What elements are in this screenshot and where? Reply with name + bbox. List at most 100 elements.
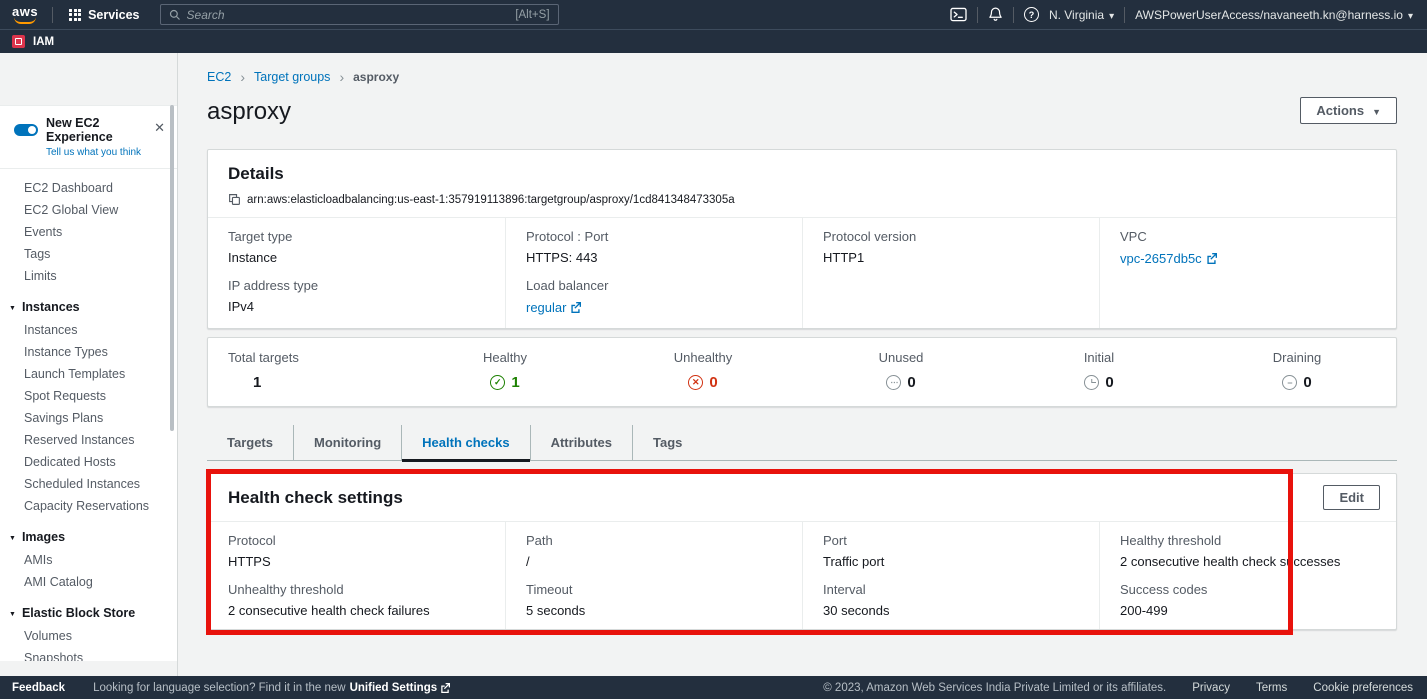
sidebar-item-reserved-instances[interactable]: Reserved Instances [0, 429, 177, 451]
privacy-link[interactable]: Privacy [1192, 682, 1230, 694]
new-experience-banner: New EC2 Experience Tell us what you thin… [0, 106, 177, 169]
aws-smile-icon [14, 17, 36, 24]
sidebar-section-instances[interactable]: Instances [0, 295, 177, 319]
breadcrumb-ec2[interactable]: EC2 [207, 70, 231, 84]
sidebar-menu: EC2 Dashboard EC2 Global View Events Tag… [0, 169, 177, 661]
sidebar-item-savings-plans[interactable]: Savings Plans [0, 407, 177, 429]
chevron-down-icon [9, 299, 16, 316]
sidebar-item-ec2-dashboard[interactable]: EC2 Dashboard [0, 177, 177, 199]
account-menu[interactable]: AWSPowerUserAccess/navaneeth.kn@harness.… [1135, 8, 1413, 22]
close-icon[interactable] [154, 120, 165, 136]
sidebar-item-tags[interactable]: Tags [0, 243, 177, 265]
sidebar-item-instance-types[interactable]: Instance Types [0, 341, 177, 363]
edit-button[interactable]: Edit [1323, 485, 1380, 510]
unused-value: 0 [802, 374, 1000, 391]
sidebar-section-images[interactable]: Images [0, 525, 177, 549]
services-menu-button[interactable]: Services [63, 8, 145, 22]
sidebar-item-launch-templates[interactable]: Launch Templates [0, 363, 177, 385]
sidebar-item-amis[interactable]: AMIs [0, 549, 177, 571]
feedback-button[interactable]: Feedback [12, 682, 65, 694]
divider [1013, 7, 1014, 23]
initial-clock-icon [1084, 375, 1099, 390]
hc-path-value: / [526, 554, 782, 569]
vpc-link[interactable]: vpc-2657db5c [1120, 251, 1217, 266]
ip-address-type-value: IPv4 [228, 299, 485, 314]
hc-unhealthy-threshold-label: Unhealthy threshold [228, 582, 485, 597]
ip-address-type-label: IP address type [228, 278, 485, 293]
new-experience-label: New EC2 Experience [46, 116, 165, 144]
sidebar-item-ec2-global-view[interactable]: EC2 Global View [0, 199, 177, 221]
sidebar-item-capacity-reservations[interactable]: Capacity Reservations [0, 495, 177, 517]
breadcrumb-separator-icon [240, 69, 245, 85]
healthy-label: Healthy [406, 350, 604, 365]
actions-button[interactable]: Actions [1300, 97, 1397, 124]
breadcrumb-target-groups[interactable]: Target groups [254, 70, 330, 84]
help-icon[interactable]: ? [1024, 7, 1039, 22]
iam-service-link[interactable]: IAM [33, 36, 54, 48]
search-input[interactable] [187, 8, 510, 22]
hc-port-value: Traffic port [823, 554, 1079, 569]
hc-protocol-label: Protocol [228, 533, 485, 548]
cloudshell-icon[interactable] [950, 7, 967, 22]
aws-logo[interactable]: aws [12, 6, 38, 24]
external-link-icon [1206, 253, 1217, 264]
healthy-check-icon [490, 375, 505, 390]
sidebar-item-volumes[interactable]: Volumes [0, 625, 177, 647]
chevron-down-icon [1408, 8, 1413, 22]
tab-attributes[interactable]: Attributes [530, 425, 632, 460]
sidebar-item-events[interactable]: Events [0, 221, 177, 243]
tab-monitoring[interactable]: Monitoring [293, 425, 401, 460]
ec2-sidebar: New EC2 Experience Tell us what you thin… [0, 53, 178, 676]
sidebar-scrollbar[interactable] [170, 105, 174, 431]
services-label: Services [88, 8, 139, 22]
hc-port-label: Port [823, 533, 1079, 548]
terms-link[interactable]: Terms [1256, 682, 1287, 694]
hc-success-codes-label: Success codes [1120, 582, 1376, 597]
services-grid-icon [69, 9, 81, 21]
tab-health-checks[interactable]: Health checks [401, 425, 529, 460]
breadcrumb-separator-icon [339, 69, 344, 85]
draining-label: Draining [1198, 350, 1396, 365]
external-link-icon [570, 302, 581, 313]
vpc-label: VPC [1120, 229, 1376, 244]
sidebar-item-instances[interactable]: Instances [0, 319, 177, 341]
recent-services-bar: IAM [0, 29, 1427, 53]
hc-protocol-value: HTTPS [228, 554, 485, 569]
divider [1124, 7, 1125, 23]
total-targets-label: Total targets [228, 350, 406, 365]
unused-ellipsis-icon [886, 375, 901, 390]
protocol-version-value: HTTP1 [823, 250, 1079, 265]
target-type-value: Instance [228, 250, 485, 265]
global-search-box[interactable]: [Alt+S] [160, 4, 559, 25]
sidebar-item-limits[interactable]: Limits [0, 265, 177, 287]
sidebar-item-dedicated-hosts[interactable]: Dedicated Hosts [0, 451, 177, 473]
target-group-arn: arn:aws:elasticloadbalancing:us-east-1:3… [247, 194, 735, 206]
sidebar-item-snapshots[interactable]: Snapshots [0, 647, 177, 661]
load-balancer-link[interactable]: regular [526, 300, 581, 315]
search-icon [169, 9, 181, 21]
cookie-preferences-link[interactable]: Cookie preferences [1313, 682, 1413, 694]
copy-icon[interactable] [228, 193, 241, 206]
tell-us-link[interactable]: Tell us what you think [46, 147, 165, 158]
unhealthy-label: Unhealthy [604, 350, 802, 365]
region-selector[interactable]: N. Virginia [1049, 8, 1114, 22]
tab-tags[interactable]: Tags [632, 425, 702, 460]
breadcrumb-current: asproxy [353, 70, 399, 84]
unified-settings-link[interactable]: Unified Settings [350, 682, 451, 694]
sidebar-item-scheduled-instances[interactable]: Scheduled Instances [0, 473, 177, 495]
notifications-bell-icon[interactable] [988, 7, 1003, 22]
new-experience-toggle[interactable] [14, 124, 38, 136]
protocol-port-value: HTTPS: 443 [526, 250, 782, 265]
chevron-down-icon [9, 529, 16, 546]
unhealthy-value: 0 [604, 374, 802, 391]
load-balancer-label: Load balancer [526, 278, 782, 293]
sidebar-item-spot-requests[interactable]: Spot Requests [0, 385, 177, 407]
sidebar-panel: New EC2 Experience Tell us what you thin… [0, 105, 177, 661]
sidebar-item-ami-catalog[interactable]: AMI Catalog [0, 571, 177, 593]
search-shortcut-hint: [Alt+S] [515, 9, 549, 21]
health-check-settings-card: Health check settings Edit Protocol HTTP… [207, 473, 1397, 630]
sidebar-section-elastic-block-store[interactable]: Elastic Block Store [0, 601, 177, 625]
tab-targets[interactable]: Targets [207, 425, 293, 460]
divider [52, 7, 53, 23]
healthy-value: 1 [406, 374, 604, 391]
